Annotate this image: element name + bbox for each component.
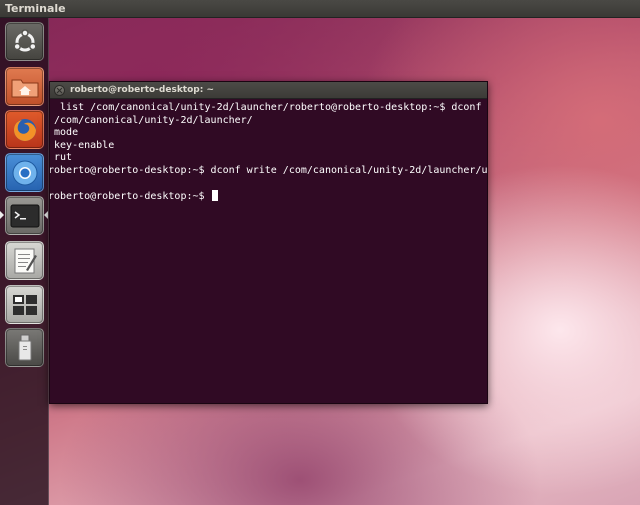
terminal-prompt-line[interactable]: roberto@roberto-desktop:~$ (50, 190, 487, 203)
folder-home-icon (11, 79, 38, 97)
running-indicator-icon (0, 211, 4, 219)
chromium-icon (12, 160, 37, 185)
workspace-switcher-icon (12, 294, 37, 315)
terminal-output[interactable]: list /com/canonical/unity-2d/launcher/ro… (50, 100, 487, 405)
firefox-icon (13, 118, 36, 141)
terminal-title: roberto@roberto-desktop: ~ (70, 85, 215, 95)
terminal-icon (10, 204, 39, 227)
top-panel: Terminale (0, 0, 640, 18)
terminal-line: roberto@roberto-desktop:~$ dconf write /… (50, 164, 487, 176)
launcher (0, 18, 49, 505)
launcher-item-usb-drive[interactable] (5, 328, 44, 367)
text-cursor (211, 190, 218, 202)
launcher-item-text-editor[interactable] (5, 241, 44, 280)
launcher-item-dash[interactable] (5, 22, 44, 61)
launcher-item-terminal[interactable] (5, 196, 44, 235)
launcher-item-home-folder[interactable] (5, 67, 44, 106)
terminal-line: mode (50, 127, 79, 139)
ubuntu-logo-icon (12, 28, 37, 51)
terminal-prompt: roberto@roberto-desktop:~$ (50, 191, 211, 203)
close-window-button[interactable] (54, 85, 65, 96)
launcher-item-chromium[interactable] (5, 153, 44, 192)
terminal-line: key-enable (50, 139, 115, 151)
text-editor-icon (14, 248, 37, 273)
terminal-titlebar[interactable]: roberto@roberto-desktop: ~ (50, 82, 487, 99)
focused-indicator-icon (44, 211, 48, 219)
terminal-line: /com/canonical/unity-2d/launcher/ (50, 114, 253, 126)
active-app-title: Terminale (5, 2, 66, 15)
launcher-item-firefox[interactable] (5, 110, 44, 149)
launcher-item-workspace-switcher[interactable] (5, 285, 44, 324)
terminal-window[interactable]: roberto@roberto-desktop: ~ list /com/can… (49, 81, 488, 404)
usb-drive-icon (18, 334, 31, 360)
terminal-line: rut (50, 152, 73, 164)
terminal-line: list /com/canonical/unity-2d/launcher/ro… (50, 102, 487, 113)
